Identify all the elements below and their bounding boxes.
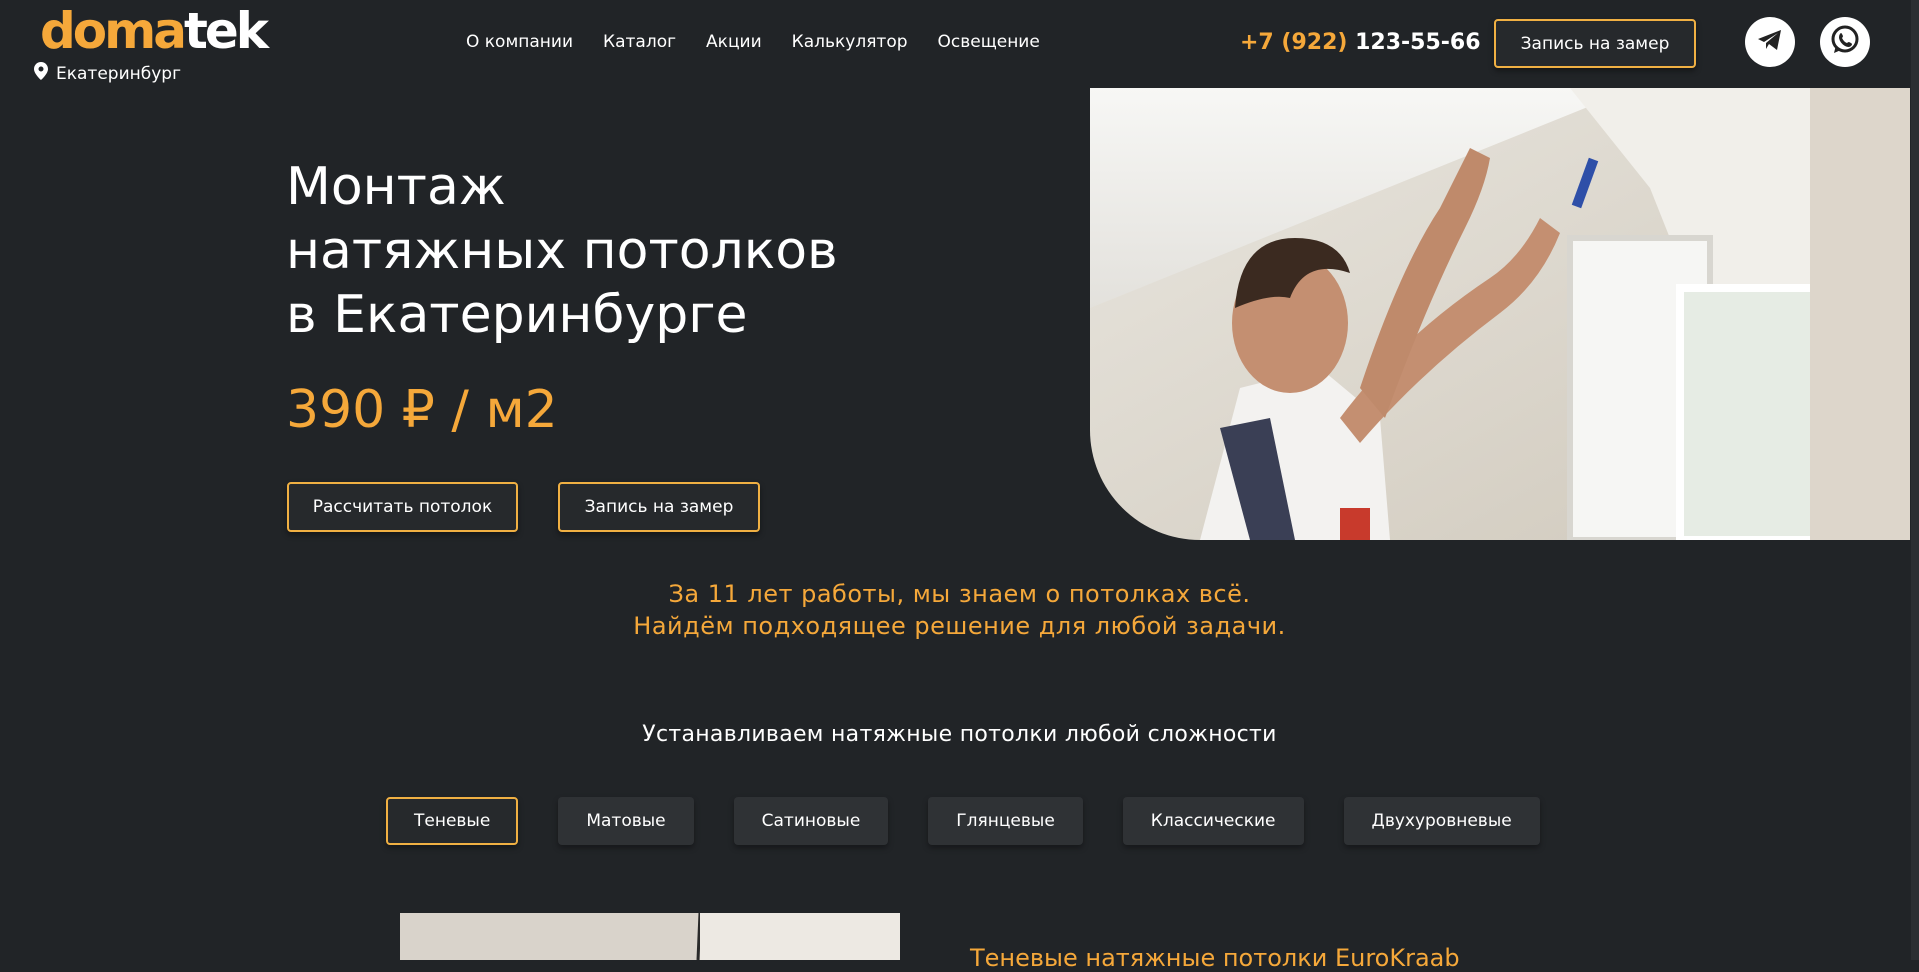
ceiling-type-tabs: Теневые Матовые Сатиновые Глянцевые Клас… xyxy=(386,797,1540,845)
tab-satin[interactable]: Сатиновые xyxy=(733,797,889,845)
tab-classic[interactable]: Классические xyxy=(1122,797,1304,845)
location-pin-icon xyxy=(34,62,48,85)
whatsapp-button[interactable] xyxy=(1820,17,1870,67)
tab-glossy[interactable]: Глянцевые xyxy=(928,797,1083,845)
measure-signup-button[interactable]: Запись на замер xyxy=(558,482,760,532)
page-scrollbar[interactable] xyxy=(1911,0,1919,960)
hero-title-line: Монтаж xyxy=(286,157,506,217)
telegram-button[interactable] xyxy=(1745,17,1795,67)
hero-price: 390 ₽ / м2 xyxy=(286,380,558,440)
tagline-line: За 11 лет работы, мы знаем о потолках вс… xyxy=(668,580,1251,608)
preview-title: Теневые натяжные потолки EuroKraab xyxy=(970,944,1460,972)
main-nav: О компании Каталог Акции Калькулятор Осв… xyxy=(466,32,1040,52)
hero-title-line: в Екатеринбурге xyxy=(286,285,748,345)
phone-prefix: +7 (922) xyxy=(1240,30,1348,55)
hero-title-line: натяжных потолков xyxy=(286,221,838,281)
phone-link[interactable]: +7 (922) 123-55-66 xyxy=(1240,30,1481,55)
whatsapp-icon xyxy=(1828,23,1862,61)
tagline-line: Найдём подходящее решение для любой зада… xyxy=(633,612,1286,640)
tab-matte[interactable]: Матовые xyxy=(558,797,694,845)
nav-item-lighting[interactable]: Освещение xyxy=(938,32,1040,52)
tab-shadow[interactable]: Теневые xyxy=(386,797,519,845)
nav-item-calculator[interactable]: Калькулятор xyxy=(792,32,908,52)
phone-number: 123-55-66 xyxy=(1355,30,1481,55)
city-selector[interactable]: Екатеринбург xyxy=(34,62,181,85)
calculate-ceiling-button[interactable]: Рассчитать потолок xyxy=(287,482,518,532)
logo-part1: doma xyxy=(40,2,187,60)
hero-photo xyxy=(1090,88,1910,540)
header-measure-button[interactable]: Запись на замер xyxy=(1494,19,1696,68)
tagline: За 11 лет работы, мы знаем о потолках вс… xyxy=(0,578,1919,642)
section-heading: Устанавливаем натяжные потолки любой сло… xyxy=(642,722,1277,747)
logo[interactable]: domatek xyxy=(40,6,269,56)
nav-item-catalog[interactable]: Каталог xyxy=(603,32,676,52)
city-label: Екатеринбург xyxy=(56,63,182,84)
hero-title: Монтаж натяжных потолков в Екатеринбурге xyxy=(286,155,838,347)
preview-photo xyxy=(400,913,900,960)
telegram-icon xyxy=(1755,25,1785,59)
tab-two-level[interactable]: Двухуровневые xyxy=(1343,797,1540,845)
nav-item-company[interactable]: О компании xyxy=(466,32,573,52)
logo-part2: tek xyxy=(183,2,269,60)
nav-item-promotions[interactable]: Акции xyxy=(706,32,762,52)
